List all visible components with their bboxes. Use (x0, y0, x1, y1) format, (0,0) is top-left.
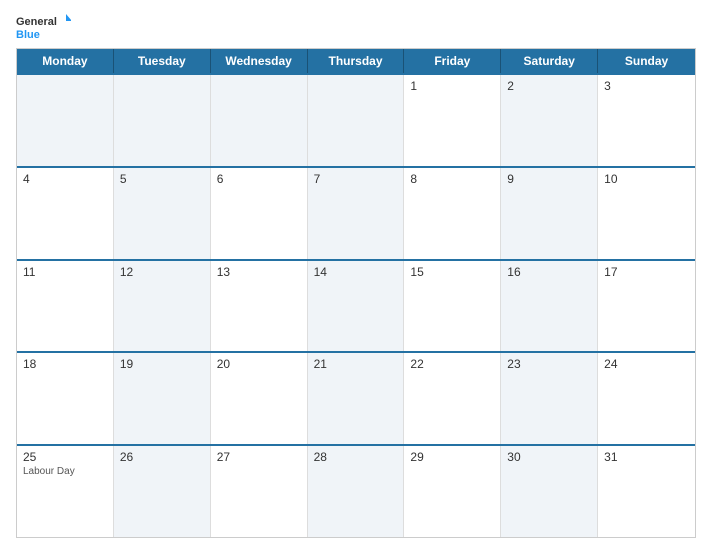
day-number: 22 (410, 357, 494, 371)
page-header: General Blue (16, 12, 696, 40)
day-number: 13 (217, 265, 301, 279)
day-number: 31 (604, 450, 689, 464)
calendar-body: 1234567891011121314151617181920212223242… (17, 73, 695, 537)
day-number: 18 (23, 357, 107, 371)
calendar-week-3: 11 12 13 14 15 16 17 (17, 259, 695, 352)
day-number: 24 (604, 357, 689, 371)
day-number: 26 (120, 450, 204, 464)
calendar-cell: 7 (308, 168, 405, 259)
calendar-week-5: 25 Labour Day 26 27 28 29 30 31 (17, 444, 695, 537)
day-number: 9 (507, 172, 591, 186)
day-of-week-saturday: Saturday (501, 49, 598, 73)
calendar-cell: 1 (404, 75, 501, 166)
day-number: 12 (120, 265, 204, 279)
day-number: 23 (507, 357, 591, 371)
calendar-cell: 11 (17, 261, 114, 352)
calendar-cell: 22 (404, 353, 501, 444)
day-number: 4 (23, 172, 107, 186)
calendar-cell: 28 (308, 446, 405, 537)
calendar-cell: 16 (501, 261, 598, 352)
calendar-cell (114, 75, 211, 166)
calendar-cell: 9 (501, 168, 598, 259)
day-number: 1 (410, 79, 494, 93)
day-of-week-sunday: Sunday (598, 49, 695, 73)
calendar-cell: 12 (114, 261, 211, 352)
day-number: 17 (604, 265, 689, 279)
calendar-cell: 23 (501, 353, 598, 444)
day-number: 6 (217, 172, 301, 186)
day-number: 5 (120, 172, 204, 186)
svg-text:Blue: Blue (16, 29, 40, 40)
day-number: 14 (314, 265, 398, 279)
calendar-cell: 30 (501, 446, 598, 537)
day-number: 27 (217, 450, 301, 464)
calendar-cell (308, 75, 405, 166)
day-number: 15 (410, 265, 494, 279)
day-number: 29 (410, 450, 494, 464)
calendar-cell: 24 (598, 353, 695, 444)
day-of-week-tuesday: Tuesday (114, 49, 211, 73)
calendar-cell: 13 (211, 261, 308, 352)
day-number: 3 (604, 79, 689, 93)
day-number: 30 (507, 450, 591, 464)
calendar-cell: 27 (211, 446, 308, 537)
calendar-cell: 26 (114, 446, 211, 537)
day-number: 19 (120, 357, 204, 371)
day-number: 7 (314, 172, 398, 186)
calendar-cell: 4 (17, 168, 114, 259)
calendar-cell: 6 (211, 168, 308, 259)
calendar-week-4: 18 19 20 21 22 23 24 (17, 351, 695, 444)
logo: General Blue (16, 12, 71, 40)
calendar-header: MondayTuesdayWednesdayThursdayFridaySatu… (17, 49, 695, 73)
calendar-cell: 2 (501, 75, 598, 166)
calendar: MondayTuesdayWednesdayThursdayFridaySatu… (16, 48, 696, 538)
calendar-cell (17, 75, 114, 166)
day-number: 2 (507, 79, 591, 93)
calendar-cell: 31 (598, 446, 695, 537)
day-of-week-thursday: Thursday (308, 49, 405, 73)
page: General Blue MondayTuesdayWednesdayThurs… (0, 0, 712, 550)
day-of-week-monday: Monday (17, 49, 114, 73)
calendar-cell: 19 (114, 353, 211, 444)
calendar-cell: 10 (598, 168, 695, 259)
calendar-cell (211, 75, 308, 166)
calendar-cell: 17 (598, 261, 695, 352)
event-label: Labour Day (23, 466, 107, 477)
calendar-week-2: 456789 10 (17, 166, 695, 259)
svg-text:General: General (16, 16, 57, 28)
day-number: 8 (410, 172, 494, 186)
day-number: 28 (314, 450, 398, 464)
calendar-cell: 25 Labour Day (17, 446, 114, 537)
calendar-cell: 20 (211, 353, 308, 444)
day-number: 16 (507, 265, 591, 279)
day-number: 20 (217, 357, 301, 371)
day-of-week-friday: Friday (404, 49, 501, 73)
day-number: 25 (23, 450, 107, 464)
calendar-cell: 5 (114, 168, 211, 259)
calendar-cell: 3 (598, 75, 695, 166)
calendar-cell: 21 (308, 353, 405, 444)
calendar-cell: 18 (17, 353, 114, 444)
day-number: 10 (604, 172, 689, 186)
calendar-cell: 15 (404, 261, 501, 352)
calendar-cell: 8 (404, 168, 501, 259)
day-of-week-wednesday: Wednesday (211, 49, 308, 73)
day-number: 11 (23, 265, 107, 279)
calendar-week-1: 123 (17, 73, 695, 166)
logo-icon: General Blue (16, 12, 71, 40)
calendar-cell: 14 (308, 261, 405, 352)
calendar-cell: 29 (404, 446, 501, 537)
day-number: 21 (314, 357, 398, 371)
